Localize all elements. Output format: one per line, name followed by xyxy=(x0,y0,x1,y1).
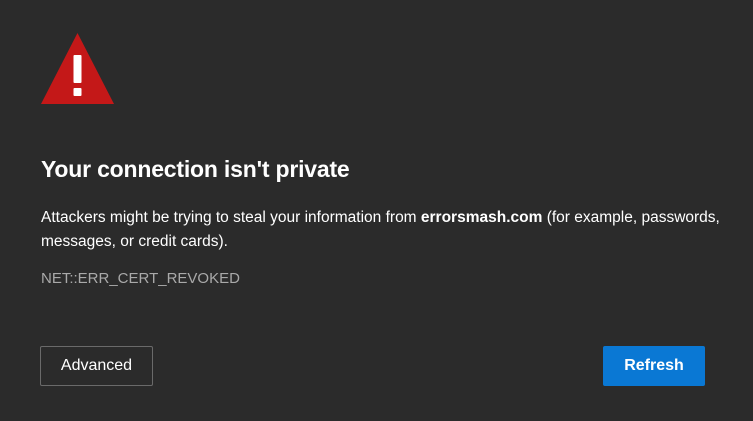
refresh-button[interactable]: Refresh xyxy=(603,346,705,386)
error-message: Attackers might be trying to steal your … xyxy=(41,206,721,254)
page-title: Your connection isn't private xyxy=(41,156,350,182)
error-page: Your connection isn't private Attackers … xyxy=(0,0,753,421)
error-code: NET::ERR_CERT_REVOKED xyxy=(41,270,240,287)
message-domain: errorsmash.com xyxy=(420,209,543,226)
warning-triangle-icon xyxy=(40,31,115,106)
advanced-button[interactable]: Advanced xyxy=(40,346,153,386)
message-prefix: Attackers might be trying to steal your … xyxy=(41,209,421,226)
